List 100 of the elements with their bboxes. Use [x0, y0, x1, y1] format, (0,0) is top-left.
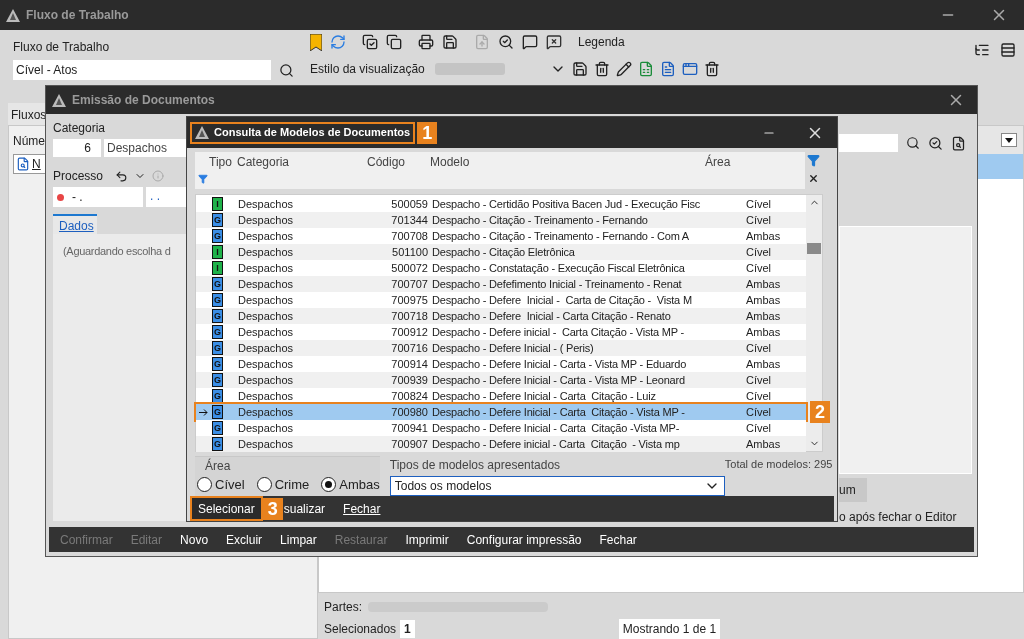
search-icon[interactable] — [279, 62, 294, 78]
copy-check-icon[interactable] — [362, 34, 378, 50]
save-icon[interactable] — [442, 34, 458, 50]
logo-icon — [195, 126, 209, 139]
dropdown-button[interactable] — [1001, 133, 1017, 147]
trash-icon[interactable] — [703, 61, 720, 77]
table-cell-text: Despachos — [238, 308, 295, 324]
action-button[interactable]: Imprimir — [405, 530, 449, 549]
data-tab[interactable]: Dados — [53, 214, 97, 234]
comment-delete-icon[interactable] — [546, 34, 562, 50]
table-row[interactable]: G Despachos 700707 Despacho - Defefimento Inicial - Treinamento - Renat Ambas — [196, 276, 806, 292]
table-row[interactable]: G Despachos 700939 Despacho - Defere Inicial - Carta - Vista MP - Leonard Cível — [196, 372, 806, 388]
editor-note: o após fechar o Editor — [839, 509, 958, 526]
column-header[interactable]: Tipo — [209, 153, 237, 171]
spreadsheet-icon[interactable] — [637, 61, 654, 77]
area-radio[interactable]: Crime — [256, 475, 310, 495]
action-button[interactable]: Limpar — [280, 530, 317, 549]
table-cell-text: Despachos — [238, 388, 295, 404]
window-icon[interactable] — [681, 61, 698, 77]
column-header[interactable]: Área — [705, 153, 731, 171]
table-row[interactable]: G Despachos 700716 Despacho - Defere Inicial - ( Peris) Cível — [196, 340, 806, 356]
table-cell-text: 700716 — [390, 340, 428, 356]
pencil-icon[interactable] — [615, 61, 632, 77]
table-cell-text: 700939 — [390, 372, 428, 388]
table-row[interactable]: G Despachos 701344 Despacho - Citação - Treinamento - Fernando Cível — [196, 212, 806, 228]
table-cell-text: 501100 — [391, 244, 428, 260]
search-icon[interactable] — [906, 136, 920, 150]
printer-icon[interactable] — [418, 34, 434, 50]
table-cell-text: 700707 — [390, 276, 428, 292]
process-number-field[interactable]: - . — [53, 187, 143, 207]
action-button[interactable]: Configurar impressão — [466, 530, 582, 549]
type-badge: G — [212, 341, 223, 355]
area-radio[interactable]: Cível — [197, 475, 245, 495]
waiting-text: (Aguardando escolha d — [63, 245, 171, 257]
area-radio[interactable]: Ambas — [321, 475, 380, 495]
type-badge: G — [212, 357, 223, 371]
trash-icon[interactable] — [593, 61, 610, 77]
file-search-icon[interactable] — [951, 135, 966, 151]
legend-label[interactable]: Legenda — [578, 33, 625, 51]
table-cell-text: Despacho - Citação - Treinamento - Fernando — [431, 212, 649, 228]
table-row[interactable]: G Despachos 700941 Despacho - Defere Inicial - Carta Citação -Vista MP- Cível — [196, 420, 806, 436]
type-badge: G — [212, 277, 223, 291]
select-button[interactable]: Selecionar — [190, 496, 263, 521]
table-cell-text: Cível — [746, 196, 773, 212]
table-cell-text: Despachos — [238, 420, 295, 436]
table-cell-text: Despacho - Defere Inicial - Carta - Vista MP - Leonard — [431, 372, 686, 388]
document-icon[interactable] — [659, 61, 676, 77]
clear-filter-icon[interactable] — [807, 173, 819, 184]
bookmark-icon[interactable] — [310, 33, 322, 51]
category-code-field[interactable]: 6 — [53, 139, 101, 157]
process-number: - . — [72, 189, 83, 206]
rows-icon[interactable] — [1000, 42, 1016, 58]
refresh-icon[interactable] — [330, 34, 346, 50]
save-icon[interactable] — [571, 61, 588, 77]
table-row[interactable]: I Despachos 501100 Despacho - Citação Eletrônica Cível — [196, 244, 806, 260]
type-badge: I — [212, 197, 223, 211]
selected-label: Selecionados — [324, 621, 397, 638]
table-cell-text: Cível — [746, 340, 773, 356]
comment-icon[interactable] — [522, 34, 538, 50]
table-cell-text: Cível — [746, 388, 773, 404]
group-label: Área — [204, 457, 232, 475]
table-cell-text: Cível — [746, 404, 773, 420]
table-cell-text: Ambas — [746, 308, 782, 324]
model-types-select[interactable]: Todos os modelos — [389, 476, 725, 496]
table-cell-text: 700824 — [390, 388, 428, 404]
table-cell-text: Despachos — [238, 260, 295, 276]
process-court-field[interactable]: . . — [146, 187, 187, 207]
preview-button[interactable]: sualizar — [283, 499, 326, 518]
action-button[interactable]: Novo — [180, 530, 209, 549]
search-field[interactable] — [839, 134, 898, 152]
table-row[interactable]: G Despachos 700718 Despacho - Defere Inicial - Carta Citação - Renato Ambas — [196, 308, 806, 324]
scroll-thumb[interactable] — [807, 242, 821, 254]
column-header[interactable]: Modelo — [430, 153, 705, 171]
action-button[interactable]: Excluir — [226, 530, 263, 549]
tree-view-icon[interactable] — [974, 42, 990, 58]
table-row[interactable]: G Despachos 700907 Despacho - Defere inicial - Carta Citação - Vista mp Ambas — [196, 436, 806, 452]
logo-icon — [52, 93, 66, 107]
table-cell-text: Ambas — [746, 276, 782, 292]
filter-icon[interactable] — [198, 174, 208, 184]
table-cell-text: Despacho - Defere Inicial - ( Peris) — [431, 340, 595, 356]
column-header[interactable]: Código — [367, 153, 430, 171]
close-button[interactable]: Fechar — [343, 499, 381, 518]
undo-icon[interactable] — [115, 169, 129, 183]
side-button[interactable]: um — [839, 478, 867, 502]
category-name-field[interactable]: Despachos — [104, 139, 187, 157]
field-label: Estilo da visualização — [310, 61, 425, 78]
filter-icon[interactable] — [806, 154, 820, 167]
type-badge: G — [212, 373, 223, 387]
search-check-icon[interactable] — [498, 34, 514, 50]
copy-icon[interactable] — [386, 34, 402, 50]
window-title: Consulta de Modelos de Documentos — [214, 125, 411, 141]
table-cell-text: Despachos — [238, 292, 295, 308]
column-header[interactable]: Categoria — [237, 153, 367, 171]
table-cell-text: Despacho - Citação - Treinamento - Fernando - Com A — [431, 228, 690, 244]
table-cell-text: 500059 — [390, 196, 428, 212]
field-label: Fluxo de Trabalho — [13, 39, 111, 56]
type-badge: G — [212, 405, 223, 419]
workflow-field[interactable]: Cível - Atos — [13, 60, 271, 80]
document-search-icon[interactable] — [928, 135, 943, 151]
action-button[interactable]: Fechar — [599, 530, 637, 549]
